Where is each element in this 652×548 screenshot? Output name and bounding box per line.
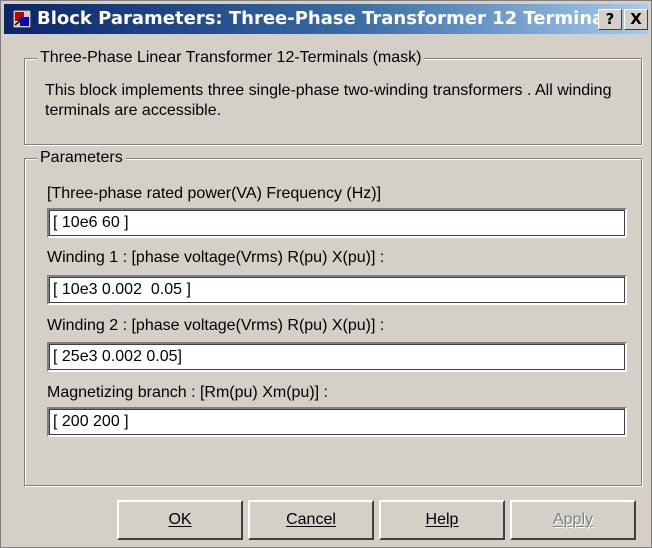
rated-power-frequency-label: [Three-phase rated power(VA) Frequency (… — [47, 185, 382, 202]
context-help-button[interactable]: ? — [598, 9, 622, 30]
winding-1-label: Winding 1 : [phase voltage(Vrms) R(pu) X… — [47, 249, 385, 266]
parameters-group-title: Parameters — [37, 148, 126, 168]
cancel-button[interactable]: Cancel — [248, 500, 374, 540]
winding-2-input[interactable] — [47, 342, 627, 372]
simulink-block-icon — [12, 9, 32, 29]
magnetizing-branch-input[interactable] — [47, 407, 627, 437]
title-bar[interactable]: Block Parameters: Three-Phase Transforme… — [4, 4, 648, 34]
apply-button[interactable]: Apply — [510, 500, 636, 540]
magnetizing-branch-label: Magnetizing branch : [Rm(pu) Xm(pu)] : — [47, 384, 328, 401]
parameters-group: Parameters [Three-phase rated power(VA) … — [24, 148, 642, 486]
window-title: Block Parameters: Three-Phase Transforme… — [37, 8, 622, 29]
winding-2-label: Winding 2 : [phase voltage(Vrms) R(pu) X… — [47, 317, 385, 334]
mask-group: Three-Phase Linear Transformer 12-Termin… — [24, 48, 642, 145]
rated-power-frequency-input[interactable] — [47, 208, 627, 238]
ok-button[interactable]: OK — [117, 500, 243, 540]
help-button[interactable]: Help — [379, 500, 505, 540]
mask-group-title: Three-Phase Linear Transformer 12-Termin… — [37, 48, 425, 68]
winding-1-input[interactable] — [47, 275, 627, 305]
close-button[interactable]: X — [624, 9, 648, 30]
mask-description: This block implements three single-phase… — [45, 82, 612, 119]
block-parameters-dialog: Block Parameters: Three-Phase Transforme… — [0, 0, 652, 548]
